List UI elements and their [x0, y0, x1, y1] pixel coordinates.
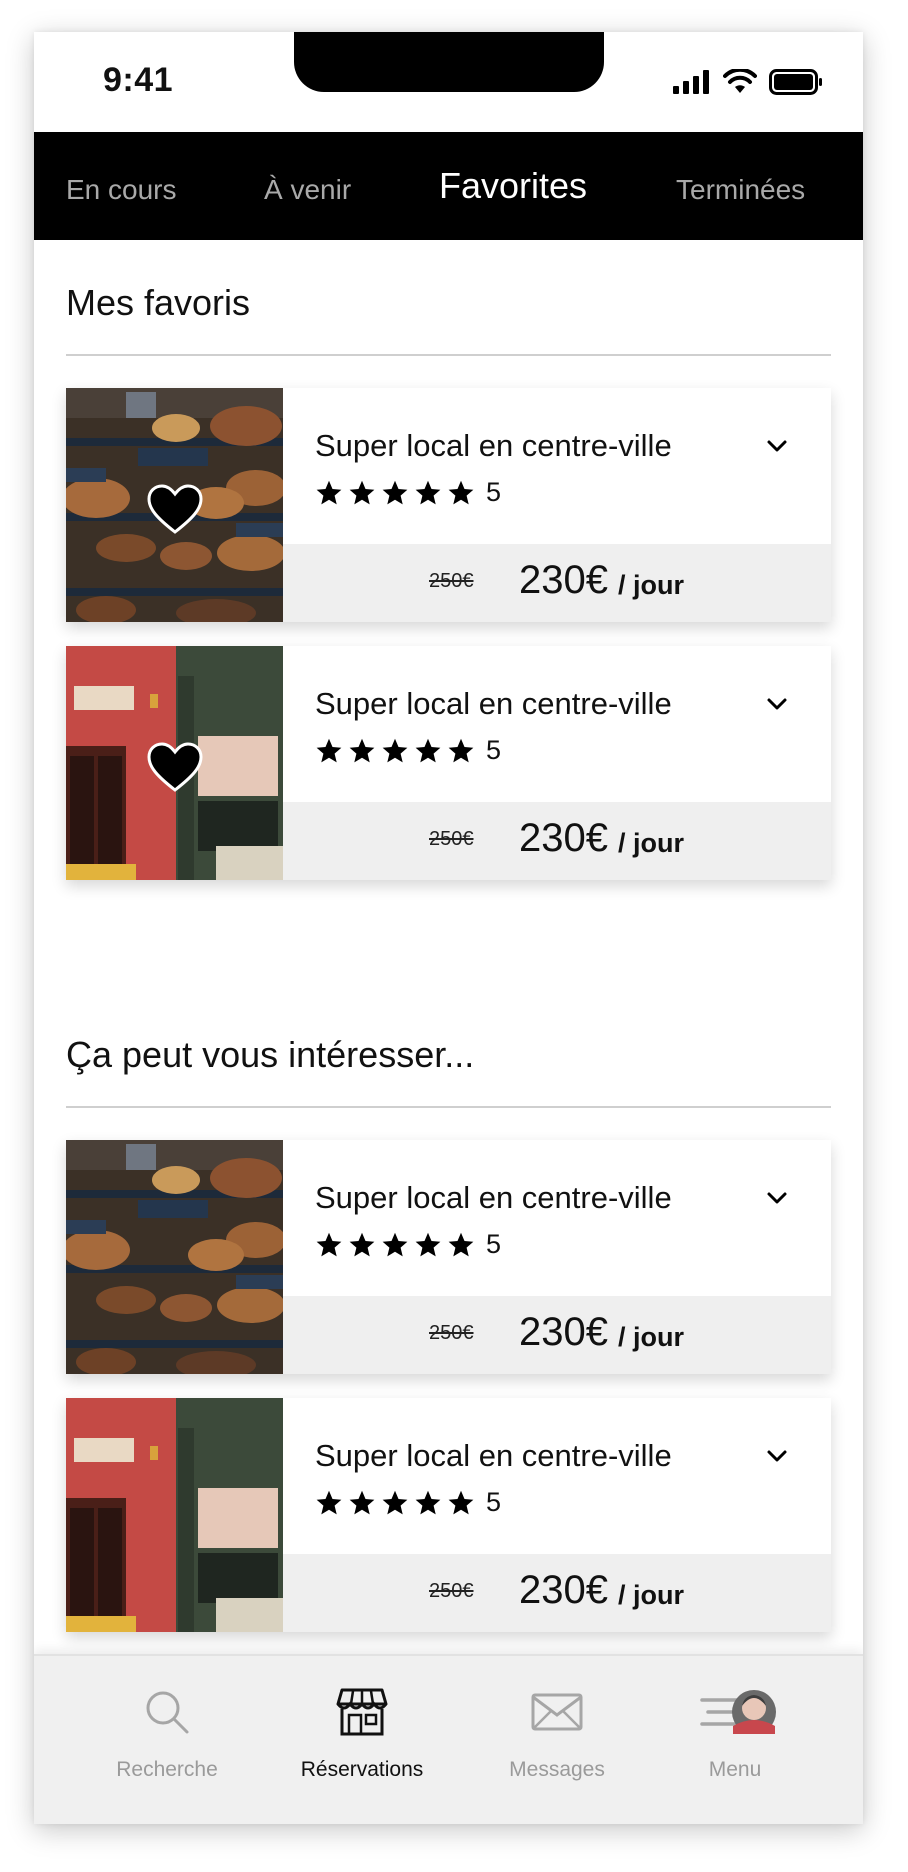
rating-value: 5: [486, 1229, 502, 1259]
nav-reservations[interactable]: Réservations: [277, 1684, 447, 1782]
price-unit: / jour: [618, 1580, 684, 1610]
nav-recherche[interactable]: Recherche: [82, 1684, 252, 1782]
star-icon: [448, 1490, 474, 1514]
nav-menu[interactable]: Menu: [650, 1684, 820, 1782]
nav-label: Menu: [708, 1758, 762, 1781]
listing-card[interactable]: Super local en centre-ville 5 250€ 230€ …: [66, 646, 831, 880]
old-price: 250€: [429, 570, 474, 592]
bakery-photo: [66, 388, 283, 622]
card-body: Super local en centre-ville 5: [283, 646, 831, 802]
favorites-section-title: Mes favoris: [66, 282, 251, 323]
storefront-photo: [66, 646, 283, 880]
price: 230€: [519, 558, 608, 602]
card-body: Super local en centre-ville 5: [283, 388, 831, 544]
tab-a-venir[interactable]: À venir: [264, 174, 351, 206]
price-unit: / jour: [618, 828, 684, 858]
star-icon: [415, 480, 441, 504]
rating-value: 5: [486, 1487, 502, 1517]
star-icon: [382, 738, 408, 762]
star-icon: [316, 480, 342, 504]
star-rating: 5: [315, 1487, 501, 1518]
old-price: 250€: [429, 1322, 474, 1344]
nav-label: Recherche: [116, 1758, 218, 1781]
star-icon: [316, 1490, 342, 1514]
star-rating: 5: [315, 477, 501, 508]
star-icon: [382, 1490, 408, 1514]
rating-value: 5: [486, 735, 502, 765]
star-icon: [448, 480, 474, 504]
star-icon: [415, 1232, 441, 1256]
star-icon: [316, 1232, 342, 1256]
status-time: 9:41: [103, 61, 174, 99]
status-icons: [673, 67, 823, 97]
listing-card[interactable]: Super local en centre-ville 5 250€ 230€ …: [66, 1398, 831, 1632]
phone-screen: 9:41 En cours À venir Favorites Terminée…: [34, 32, 863, 1824]
bottom-nav: Recherche Réservations Messages Menu: [34, 1654, 863, 1824]
search-icon: [146, 1691, 189, 1734]
price-unit: / jour: [618, 1322, 684, 1352]
section-divider: [66, 1106, 831, 1108]
heart-icon[interactable]: [146, 483, 204, 535]
star-icon: [349, 1490, 375, 1514]
tab-en-cours[interactable]: En cours: [66, 174, 177, 206]
card-price-bar: 250€ 230€ / jour: [283, 544, 831, 622]
star-icon: [349, 480, 375, 504]
star-icon: [448, 738, 474, 762]
avatar: [732, 1690, 776, 1734]
old-price: 250€: [429, 1580, 474, 1602]
tab-favorites[interactable]: Favorites: [439, 165, 587, 207]
battery-icon: [769, 69, 822, 95]
star-rating: 5: [315, 735, 501, 766]
card-body: Super local en centre-ville 5: [283, 1140, 831, 1296]
price: 230€: [519, 816, 608, 860]
listing-card[interactable]: Super local en centre-ville 5 250€ 230€ …: [66, 1140, 831, 1374]
card-body: Super local en centre-ville 5: [283, 1398, 831, 1554]
star-rating: 5: [315, 1229, 501, 1260]
star-icon: [448, 1232, 474, 1256]
mail-icon: [531, 1693, 583, 1731]
star-icon: [415, 738, 441, 762]
star-icon: [349, 738, 375, 762]
star-icon: [415, 1490, 441, 1514]
listing-card[interactable]: Super local en centre-ville 5 250€ 230€ …: [66, 388, 831, 622]
menu-icon: [700, 1690, 776, 1734]
card-price-bar: 250€ 230€ / jour: [283, 1554, 831, 1632]
card-title: Super local en centre-ville: [315, 1180, 672, 1215]
card-title: Super local en centre-ville: [315, 1438, 672, 1473]
price: 230€: [519, 1310, 608, 1354]
signal-icon: [673, 70, 709, 94]
nav-label: Réservations: [300, 1758, 424, 1781]
card-price-bar: 250€ 230€ / jour: [283, 802, 831, 880]
tab-terminees[interactable]: Terminées: [676, 174, 805, 206]
status-bar: 9:41: [34, 32, 863, 132]
old-price: 250€: [429, 828, 474, 850]
rating-value: 5: [486, 477, 502, 507]
section-divider: [66, 354, 831, 356]
chevron-down-icon[interactable]: [763, 690, 791, 718]
nav-label: Messages: [509, 1758, 605, 1781]
reservation-tabs: En cours À venir Favorites Terminées: [34, 132, 863, 240]
nav-messages[interactable]: Messages: [472, 1684, 642, 1782]
bakery-photo: [66, 1140, 283, 1374]
star-icon: [382, 480, 408, 504]
star-icon: [382, 1232, 408, 1256]
wifi-icon: [723, 69, 757, 93]
suggestions-section-title: Ça peut vous intéresser...: [66, 1034, 475, 1075]
heart-icon[interactable]: [146, 741, 204, 793]
store-icon: [336, 1688, 388, 1736]
star-icon: [349, 1232, 375, 1256]
chevron-down-icon[interactable]: [763, 1184, 791, 1212]
price-unit: / jour: [618, 570, 684, 600]
star-icon: [316, 738, 342, 762]
chevron-down-icon[interactable]: [763, 432, 791, 460]
price: 230€: [519, 1568, 608, 1612]
card-title: Super local en centre-ville: [315, 686, 672, 721]
card-title: Super local en centre-ville: [315, 428, 672, 463]
chevron-down-icon[interactable]: [763, 1442, 791, 1470]
storefront-photo: [66, 1398, 283, 1632]
notch: [294, 32, 604, 92]
card-price-bar: 250€ 230€ / jour: [283, 1296, 831, 1374]
